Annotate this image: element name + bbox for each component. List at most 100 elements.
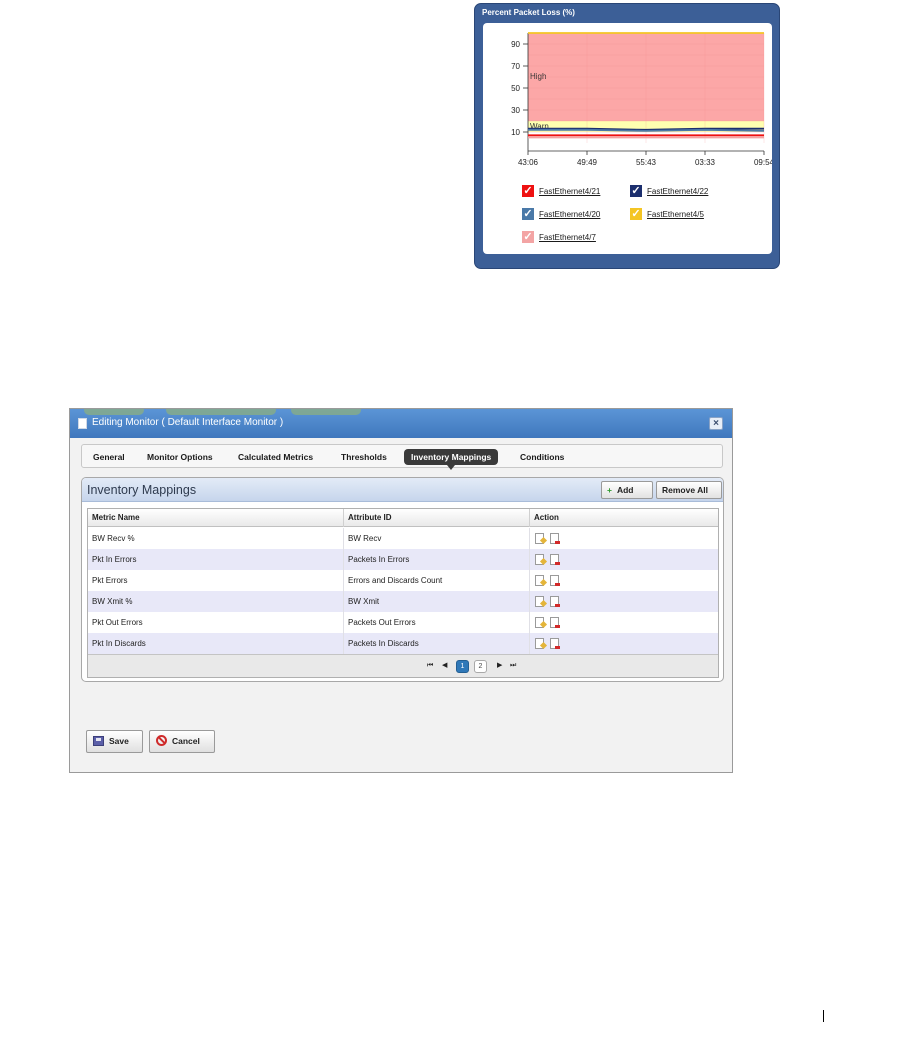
dialog-titlebar[interactable]: Editing Monitor ( Default Interface Moni… xyxy=(70,409,732,438)
add-button-label: Add xyxy=(616,485,634,495)
dialog-title: Editing Monitor ( Default Interface Moni… xyxy=(92,417,284,428)
table-row[interactable]: BW Recv % BW Recv xyxy=(88,528,718,549)
y-tick-label: 10 xyxy=(511,128,520,137)
threshold-band-label: High xyxy=(530,72,546,81)
packet-loss-chart-widget: Percent Packet Loss (%) High Warn 10 30 50 70… xyxy=(474,3,780,269)
edit-icon[interactable] xyxy=(535,638,544,649)
delete-icon[interactable] xyxy=(550,533,560,544)
page-margin-marker xyxy=(823,1010,824,1022)
tab-calculated-metrics[interactable]: Calculated Metrics xyxy=(231,449,320,465)
table-row[interactable]: BW Xmit % BW Xmit xyxy=(88,591,718,612)
cancel-icon xyxy=(156,735,167,746)
last-page-icon[interactable]: ⏭ xyxy=(510,661,516,671)
cell-metric-name: Pkt Errors xyxy=(88,570,344,591)
tab-thresholds[interactable]: Thresholds xyxy=(334,449,394,465)
x-tick-label: 03:33 xyxy=(695,158,716,167)
page-number-2[interactable]: 2 xyxy=(474,660,487,673)
delete-icon[interactable] xyxy=(550,617,560,628)
legend-item-fastethernet4-21[interactable]: ✓ FastEthernet4/21 xyxy=(522,185,600,197)
tab-bar: General Monitor Options Calculated Metri… xyxy=(81,444,723,470)
y-tick-label: 70 xyxy=(511,62,520,71)
document-icon xyxy=(78,418,87,429)
tab-conditions[interactable]: Conditions xyxy=(513,449,571,465)
delete-icon[interactable] xyxy=(550,575,560,586)
edit-icon[interactable] xyxy=(535,554,544,565)
page-number-current[interactable]: 1 xyxy=(456,660,469,673)
legend-label[interactable]: FastEthernet4/5 xyxy=(647,210,704,219)
cell-metric-name: Pkt In Errors xyxy=(88,549,344,570)
mappings-table: Metric Name Attribute ID Action BW Recv … xyxy=(87,508,719,678)
chart-title: Percent Packet Loss (%) xyxy=(482,8,575,17)
packet-loss-chart: HighWarn103050709043:06 49:49 55:43 03:33 09… xyxy=(511,32,772,167)
delete-icon[interactable] xyxy=(550,596,560,607)
table-row[interactable]: Pkt Out Errors Packets Out Errors xyxy=(88,612,718,633)
legend-label[interactable]: FastEthernet4/20 xyxy=(539,210,600,219)
legend-checkbox-icon[interactable]: ✓ xyxy=(522,231,534,243)
legend-item-fastethernet4-5[interactable]: ✓ FastEthernet4/5 xyxy=(630,208,704,220)
panel-header: Inventory Mappings + Add Remove All xyxy=(82,478,723,502)
tab-label: Inventory Mappings xyxy=(411,452,492,462)
legend-item-fastethernet4-22[interactable]: ✓ FastEthernet4/22 xyxy=(630,185,708,197)
tab-general[interactable]: General xyxy=(86,449,132,465)
cell-attribute-id: BW Xmit xyxy=(344,591,530,612)
legend-checkbox-icon[interactable]: ✓ xyxy=(630,208,642,220)
cell-attribute-id: BW Recv xyxy=(344,528,530,549)
save-button[interactable]: Save xyxy=(86,730,143,753)
cell-metric-name: Pkt In Discards xyxy=(88,633,344,654)
close-button[interactable]: × xyxy=(709,417,723,430)
legend-checkbox-icon[interactable]: ✓ xyxy=(522,185,534,197)
legend-label[interactable]: FastEthernet4/7 xyxy=(539,233,596,242)
table-header: Metric Name Attribute ID Action xyxy=(88,509,718,527)
table-row[interactable]: Pkt Errors Errors and Discards Count xyxy=(88,570,718,591)
column-header-metric-name[interactable]: Metric Name xyxy=(88,509,344,527)
cancel-button-label: Cancel xyxy=(172,736,200,746)
cancel-button[interactable]: Cancel xyxy=(149,730,215,753)
floppy-disk-icon xyxy=(93,736,104,746)
y-tick-label: 30 xyxy=(511,106,520,115)
y-tick-label: 90 xyxy=(511,40,520,49)
legend-checkbox-icon[interactable]: ✓ xyxy=(630,185,642,197)
x-tick-label: 09:54 xyxy=(754,158,772,167)
edit-icon[interactable] xyxy=(535,617,544,628)
x-tick-label: 49:49 xyxy=(577,158,598,167)
tab-monitor-options[interactable]: Monitor Options xyxy=(140,449,220,465)
delete-icon[interactable] xyxy=(550,638,560,649)
next-page-icon[interactable]: ▶ xyxy=(497,661,502,671)
legend-label[interactable]: FastEthernet4/21 xyxy=(539,187,600,196)
column-header-attribute-id[interactable]: Attribute ID xyxy=(344,509,530,527)
inventory-mappings-panel: Inventory Mappings + Add Remove All Metri… xyxy=(81,477,724,682)
legend-item-fastethernet4-20[interactable]: ✓ FastEthernet4/20 xyxy=(522,208,600,220)
plus-icon: + xyxy=(607,485,612,495)
cell-attribute-id: Packets In Errors xyxy=(344,549,530,570)
column-header-action[interactable]: Action xyxy=(530,509,718,527)
panel-title: Inventory Mappings xyxy=(87,483,197,497)
legend-item-fastethernet4-7[interactable]: ✓ FastEthernet4/7 xyxy=(522,231,596,243)
remove-all-button[interactable]: Remove All xyxy=(656,481,722,499)
cell-metric-name: BW Recv % xyxy=(88,528,344,549)
legend-checkbox-icon[interactable]: ✓ xyxy=(522,208,534,220)
active-tab-caret-icon xyxy=(447,465,456,470)
cell-attribute-id: Errors and Discards Count xyxy=(344,570,530,591)
delete-icon[interactable] xyxy=(550,554,560,565)
tab-inventory-mappings[interactable]: Inventory Mappings xyxy=(404,449,499,470)
y-tick-label: 50 xyxy=(511,84,520,93)
table-row[interactable]: Pkt In Discards Packets In Discards xyxy=(88,633,718,654)
edit-icon[interactable] xyxy=(535,596,544,607)
save-button-label: Save xyxy=(109,736,129,746)
previous-page-icon[interactable]: ◀ xyxy=(442,661,447,671)
first-page-icon[interactable]: ⏮ xyxy=(427,661,433,671)
x-tick-label: 55:43 xyxy=(636,158,657,167)
cell-attribute-id: Packets In Discards xyxy=(344,633,530,654)
x-tick-label: 43:06 xyxy=(518,158,539,167)
table-row[interactable]: Pkt In Errors Packets In Errors xyxy=(88,549,718,570)
add-button[interactable]: + Add xyxy=(601,481,653,499)
cell-attribute-id: Packets Out Errors xyxy=(344,612,530,633)
edit-icon[interactable] xyxy=(535,575,544,586)
editing-monitor-dialog: Editing Monitor ( Default Interface Moni… xyxy=(69,408,733,773)
cell-metric-name: BW Xmit % xyxy=(88,591,344,612)
chart-plot-container: High Warn 10 30 50 70 90 43:06 49:49 55:43 03:33 09… xyxy=(483,23,772,254)
cell-metric-name: Pkt Out Errors xyxy=(88,612,344,633)
pagination-bar: ⏮ ◀ 1 2 ▶ ⏭ xyxy=(88,654,718,677)
edit-icon[interactable] xyxy=(535,533,544,544)
legend-label[interactable]: FastEthernet4/22 xyxy=(647,187,708,196)
